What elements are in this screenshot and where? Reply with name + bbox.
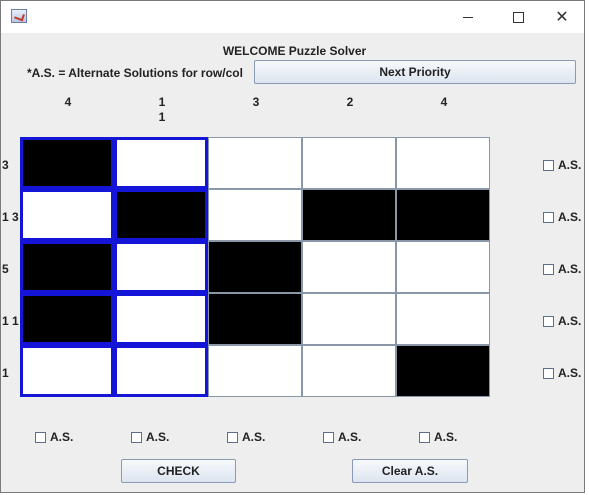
row-alternate-solution-checkbox[interactable]: A.S. [543,158,581,172]
column-clue-number: 1 [158,110,166,124]
grid-cell[interactable] [396,189,490,241]
alternate-solutions-note: *A.S. = Alternate Solutions for row/col [27,66,243,80]
checkbox-box[interactable] [543,315,554,327]
row-clue-4: 1 1 [2,314,19,328]
clear-alternate-solutions-button[interactable]: Clear A.S. [352,459,468,483]
column-alternate-solution-checkbox[interactable]: A.S. [323,430,361,444]
column-clue-2: 1 1 [115,95,209,125]
row-alternate-solution-checkbox[interactable]: A.S. [543,210,581,224]
checkbox-label: A.S. [558,210,582,224]
grid-cell[interactable] [114,293,208,345]
grid-cell[interactable] [302,189,396,241]
grid-cell[interactable] [20,241,114,293]
grid-cell[interactable] [396,241,490,293]
grid-cell[interactable] [396,345,490,397]
grid-cell[interactable] [208,189,302,241]
grid-cell[interactable] [114,345,208,397]
checkbox-box[interactable] [131,431,142,443]
grid-cell[interactable] [302,241,396,293]
row-clue-3: 5 [2,262,9,276]
checkbox-box[interactable] [543,263,554,275]
grid-cell[interactable] [114,241,208,293]
grid-cell[interactable] [20,189,114,241]
column-clue-5: 4 [397,95,491,110]
checkbox-box[interactable] [543,159,554,171]
column-clue-1: 4 [21,95,115,110]
column-alternate-solution-checkbox[interactable]: A.S. [35,430,73,444]
checkbox-label: A.S. [558,366,582,380]
grid-cell[interactable] [208,137,302,189]
column-clue-number: 3 [252,95,260,109]
grid-cell[interactable] [396,137,490,189]
grid-cell[interactable] [302,293,396,345]
checkbox-box[interactable] [227,431,238,443]
title-bar: ✕ [1,1,584,33]
java-app-icon [11,9,27,23]
column-clue-number: 1 [158,95,166,109]
column-clue-number: 4 [64,95,72,109]
grid-cell[interactable] [208,241,302,293]
checkbox-label: A.S. [558,262,582,276]
column-alternate-solution-checkbox[interactable]: A.S. [227,430,265,444]
minimize-button[interactable] [448,5,488,29]
close-button[interactable]: ✕ [542,5,582,29]
column-alternate-solution-checkbox[interactable]: A.S. [131,430,169,444]
grid-cell[interactable] [208,345,302,397]
welcome-title: WELCOME Puzzle Solver [222,44,367,58]
checkbox-label: A.S. [338,430,362,444]
checkbox-label: A.S. [558,158,582,172]
grid-cell[interactable] [396,293,490,345]
row-clue-2: 1 3 [2,210,19,224]
grid-cell[interactable] [114,189,208,241]
checkbox-box[interactable] [543,367,554,379]
checkbox-box[interactable] [419,431,430,443]
checkbox-label: A.S. [146,430,170,444]
row-alternate-solution-checkbox[interactable]: A.S. [543,366,581,380]
checkbox-label: A.S. [558,314,582,328]
row-alternate-solution-checkbox[interactable]: A.S. [543,262,581,276]
checkbox-label: A.S. [50,430,74,444]
checkbox-box[interactable] [35,431,46,443]
grid-cell[interactable] [302,345,396,397]
checkbox-box[interactable] [543,211,554,223]
checkbox-label: A.S. [434,430,458,444]
column-clue-number: 4 [440,95,448,109]
checkbox-box[interactable] [323,431,334,443]
grid-cell[interactable] [302,137,396,189]
grid-cell[interactable] [20,293,114,345]
maximize-button[interactable] [498,5,538,29]
column-alternate-solution-checkbox[interactable]: A.S. [419,430,457,444]
row-clue-5: 1 [2,366,9,380]
grid-cell[interactable] [20,137,114,189]
row-clue-1: 3 [2,158,9,172]
check-button[interactable]: CHECK [121,459,236,483]
column-clue-4: 2 [303,95,397,110]
grid-cell[interactable] [114,137,208,189]
grid-cell[interactable] [208,293,302,345]
column-clue-3: 3 [209,95,303,110]
grid-cell[interactable] [20,345,114,397]
column-clue-number: 2 [346,95,354,109]
next-priority-button[interactable]: Next Priority [254,60,576,84]
row-alternate-solution-checkbox[interactable]: A.S. [543,314,581,328]
checkbox-label: A.S. [242,430,266,444]
